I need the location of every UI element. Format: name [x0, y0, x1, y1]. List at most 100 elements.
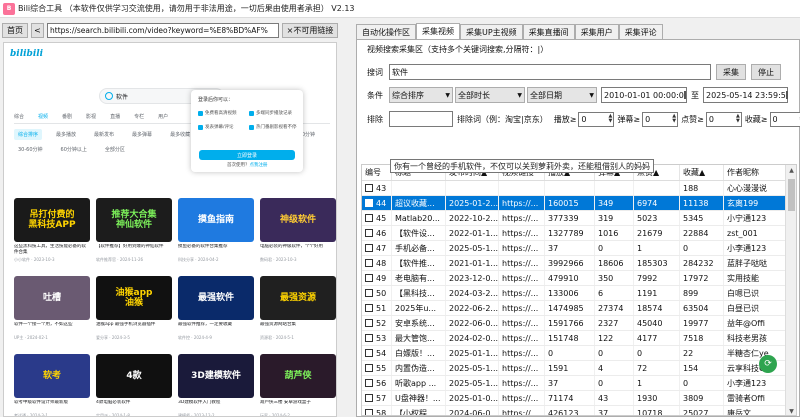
danmu-min-input[interactable]: 0 ▲ ▼ — [642, 111, 679, 127]
row-checkbox[interactable] — [365, 199, 373, 207]
video-thumbnail[interactable]: 吊打付费的 黑科技APP — [14, 198, 90, 242]
column-header[interactable]: 作者昵称 — [724, 165, 786, 180]
video-card[interactable]: 4款 4款电脑必装软件 实用派 · 2024-1-8 — [96, 354, 172, 416]
table-row[interactable]: 50 【黑科技... 2024-03-2... https://... 133006 6 1… — [362, 286, 786, 301]
row-checkbox[interactable] — [365, 244, 373, 252]
table-row[interactable]: 49 老电脑有... 2023-12-0... https://... 479910 35… — [362, 271, 786, 286]
video-title[interactable]: 3D建模软件入门教程 — [178, 400, 254, 412]
column-header[interactable]: 编号 — [362, 165, 392, 180]
video-title[interactable]: 4款电脑必装软件 — [96, 400, 172, 412]
scrollbar-thumb[interactable] — [788, 179, 795, 211]
video-thumbnail[interactable]: 4款 — [96, 354, 172, 398]
video-card[interactable]: 葫芦侠 葫芦侠三楼 安卓游戏盒子 玩家 · 2024-6-2 — [260, 354, 336, 416]
vertical-scrollbar[interactable]: ▲ ▼ — [785, 165, 796, 415]
row-checkbox[interactable] — [365, 379, 373, 387]
table-row[interactable]: 45 Matlab20... 2022-10-2... https://... 3773… — [362, 211, 786, 226]
date-select[interactable]: 全部日期 ▼ — [527, 87, 597, 103]
row-checkbox[interactable] — [365, 394, 373, 402]
video-card[interactable]: 神级软件 电脑必装的神级软件，个个好用 数码君 · 2023-10-3 — [260, 198, 336, 263]
bili-filter-chip[interactable]: 最新发布 — [90, 129, 118, 140]
video-title[interactable]: 软件一个接一个用，不如这些 — [14, 322, 90, 334]
video-title[interactable]: 软考中级软件设计师最新版 — [14, 400, 90, 412]
exclude-input[interactable] — [389, 111, 453, 127]
collect-button[interactable]: 采集 — [716, 64, 746, 80]
row-checkbox[interactable] — [365, 349, 373, 357]
broken-link-button[interactable]: ×不可用链接 — [282, 22, 338, 38]
video-title[interactable]: 油猴app 最强手机浏览器插件 — [96, 322, 172, 334]
row-checkbox[interactable] — [365, 334, 373, 342]
video-card[interactable]: 最强软件 最强软件推荐，一定要收藏 软件控 · 2024-4-9 — [178, 276, 254, 341]
url-input[interactable]: https://search.bilibili.com/video?keywor… — [47, 22, 279, 38]
video-title[interactable]: 最强资源网站合集 — [260, 322, 336, 334]
scroll-up-icon[interactable]: ▲ — [786, 165, 796, 176]
bili-tab[interactable]: 用户 — [158, 113, 168, 120]
bili-filter-chip[interactable]: 30-60分钟 — [14, 144, 47, 155]
video-thumbnail[interactable]: 软考 — [14, 354, 90, 398]
video-thumbnail[interactable]: 3D建模软件 — [178, 354, 254, 398]
row-checkbox[interactable] — [365, 304, 373, 312]
table-row[interactable]: 54 白嫖版！... 2025-01-1... https://... 0 0 0 22 半糖杏… — [362, 346, 786, 361]
duration-select[interactable]: 全部时长 ▼ — [455, 87, 525, 103]
bili-filter-chip[interactable]: 最多弹幕 — [128, 129, 156, 140]
table-row[interactable]: 57 U盘神器！... 2025-01-0... https://... 71174 43… — [362, 391, 786, 406]
table-row[interactable]: 58 【小权程... 2024-06-0... https://... 426123 37… — [362, 406, 786, 415]
date-to-picker[interactable]: 2025-05-14 23:59:5 — [703, 87, 788, 103]
video-thumbnail[interactable]: 油猴app 油猴 — [96, 276, 172, 320]
table-row[interactable]: 48 【软件推... 2021-01-1... https://... 3992966 1… — [362, 256, 786, 271]
login-button[interactable]: 立即登录 — [199, 150, 295, 160]
row-checkbox[interactable] — [365, 229, 373, 237]
video-card[interactable]: 3D建模软件 3D建模软件入门教程 建模师 · 2023-12-2 — [178, 354, 254, 416]
play-min-input[interactable]: 0 ▲ ▼ — [578, 111, 615, 127]
row-checkbox[interactable] — [365, 319, 373, 327]
bili-filter-chip[interactable]: 最多收藏 — [166, 129, 194, 140]
keyword-input[interactable]: 软件 — [389, 64, 711, 80]
bili-filter-chip[interactable]: 全部分区 — [101, 144, 129, 155]
table-row[interactable]: 51 2025年u... 2022-06-2... https://... 147498… — [362, 301, 786, 316]
row-checkbox[interactable] — [365, 364, 373, 372]
video-title[interactable]: 摸鱼必备的软件合集推荐 — [178, 244, 254, 256]
video-thumbnail[interactable]: 神级软件 — [260, 198, 336, 242]
video-thumbnail[interactable]: 摸鱼指南 — [178, 198, 254, 242]
bili-filter-chip[interactable]: 最多播放 — [52, 129, 80, 140]
bili-tab[interactable]: 番剧 — [62, 113, 72, 120]
table-row[interactable]: 55 内置伪造... 2025-05-1... https://... 1591 4 72 1… — [362, 361, 786, 376]
row-checkbox[interactable] — [365, 184, 373, 192]
bili-tab[interactable]: 视频 — [38, 113, 48, 120]
register-link[interactable]: 点我注册 — [250, 163, 268, 168]
video-card[interactable]: 吊打付费的 黑科技APP 这些黑科技工具，生活技能必备的软件合集 小小软件 · 202… — [14, 198, 90, 263]
date-from-picker[interactable]: 2010-01-01 00:00:0 — [601, 87, 687, 103]
bili-tab[interactable]: 综合 — [14, 113, 24, 120]
tab-2[interactable]: 采集UP主视频 — [460, 24, 523, 40]
table-row[interactable]: 56 听歌app ... 2025-05-1... https://... 37 0 1 0 小… — [362, 376, 786, 391]
video-thumbnail[interactable]: 推荐大合集 神仙软件 — [96, 198, 172, 242]
bili-filter-chip[interactable]: 60分钟以上 — [57, 144, 91, 155]
video-title[interactable]: 这些黑科技工具，生活技能必备的软件合集 — [14, 244, 90, 256]
tab-0[interactable]: 自动化操作区 — [356, 24, 416, 40]
video-title[interactable]: 葫芦侠三楼 安卓游戏盒子 — [260, 400, 336, 412]
tab-5[interactable]: 采集评论 — [618, 24, 663, 40]
video-thumbnail[interactable]: 最强资源 — [260, 276, 336, 320]
table-row[interactable]: 44 超议收藏... 2025-01-2... https://... 160015 34… — [362, 196, 786, 211]
video-card[interactable]: 吐槽 软件一个接一个用，不如这些 UP主 · 2024-02-1 — [14, 276, 90, 341]
bili-tab[interactable]: 影视 — [86, 113, 96, 120]
table-row[interactable]: 43 188 心心漫漫说 — [362, 181, 786, 196]
bili-tab[interactable]: 直播 — [110, 113, 120, 120]
stop-button[interactable]: 停止 — [751, 64, 781, 80]
row-checkbox[interactable] — [365, 259, 373, 267]
row-checkbox[interactable] — [365, 409, 373, 415]
table-row[interactable]: 52 安卓系统... 2022-06-0... https://... 1591766 2… — [362, 316, 786, 331]
video-thumbnail[interactable]: 葫芦侠 — [260, 354, 336, 398]
stepper-arrows-icon[interactable]: ▲ ▼ — [609, 114, 613, 124]
table-row[interactable]: 46 【软件设... 2022-01-1... https://... 1327789 1… — [362, 226, 786, 241]
fav-min-input[interactable]: 0▲▼ — [769, 111, 800, 127]
bili-tab[interactable]: 专栏 — [134, 113, 144, 120]
tab-3[interactable]: 采集直播间 — [522, 24, 575, 40]
row-checkbox[interactable] — [365, 289, 373, 297]
results-table[interactable]: 编号标题发布时间▲视频链接播放▲弹幕▲点赞▲收藏▲作者昵称 43188心心漫漫说… — [361, 164, 797, 416]
table-row[interactable]: 53 最大管饱... 2024-02-0... https://... 151748 12… — [362, 331, 786, 346]
video-card[interactable]: 摸鱼指南 摸鱼必备的软件合集推荐 科技分享 · 2024-04-2 — [178, 198, 254, 263]
video-title[interactable]: 最强软件推荐，一定要收藏 — [178, 322, 254, 334]
bilibili-logo[interactable]: bilibili — [10, 49, 43, 59]
home-button[interactable]: 首页 — [2, 22, 28, 38]
back-button[interactable]: < — [31, 22, 44, 38]
